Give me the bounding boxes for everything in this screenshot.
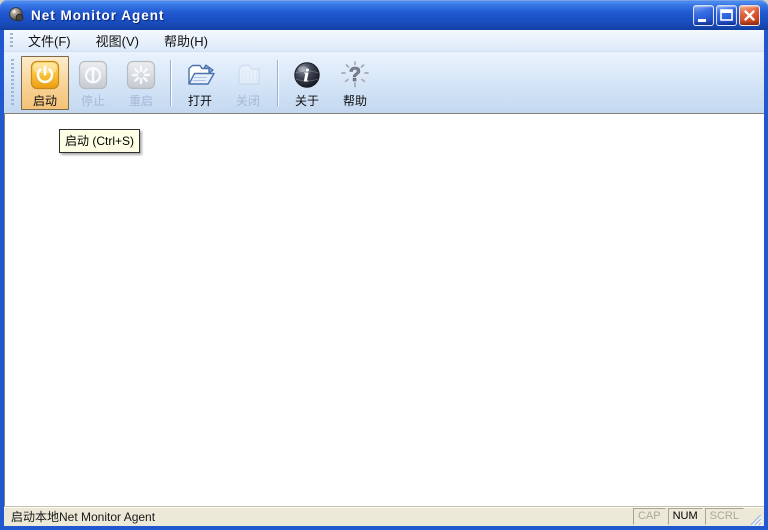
caption-buttons xyxy=(693,4,760,26)
toolbar-button-close-agent: 关闭 xyxy=(224,56,272,110)
resize-grip[interactable] xyxy=(747,511,763,527)
toolbar-button-label: 重启 xyxy=(128,93,153,108)
toolbar-button-label: 关于 xyxy=(294,93,319,108)
menu-item-file[interactable]: 文件(F) xyxy=(19,28,80,53)
toolbar-button-help[interactable]: ? 帮助 xyxy=(331,56,379,110)
tooltip: 启动 (Ctrl+S) xyxy=(59,129,141,153)
svg-text:?: ? xyxy=(349,64,361,86)
toolbar: 启动 停止 重启 打开 关闭 i 关于 ? 帮助 xyxy=(4,52,764,113)
toolbar-grip[interactable] xyxy=(11,59,14,106)
close-button[interactable] xyxy=(739,4,760,26)
menu-item-view[interactable]: 视图(V) xyxy=(87,28,148,53)
menubar: 文件(F) 视图(V) 帮助(H) xyxy=(4,30,764,52)
toolbar-separator xyxy=(277,59,278,106)
menu-item-help[interactable]: 帮助(H) xyxy=(155,28,217,53)
window-title: Net Monitor Agent xyxy=(31,7,165,23)
help-question-icon: ? xyxy=(339,60,371,91)
power-stop-icon xyxy=(77,60,109,91)
toolbar-button-label: 帮助 xyxy=(342,93,367,108)
about-globe-icon: i xyxy=(291,60,323,91)
toolbar-button-open[interactable]: 打开 xyxy=(176,56,224,110)
app-icon xyxy=(8,6,26,24)
titlebar[interactable]: Net Monitor Agent xyxy=(0,0,768,30)
restart-icon xyxy=(125,60,157,91)
power-start-icon xyxy=(29,60,61,91)
maximize-button[interactable] xyxy=(716,4,737,26)
app-window: Net Monitor Agent 文件(F) 视图(V) 帮助(H) 启动 停… xyxy=(0,0,768,530)
toolbar-button-start[interactable]: 启动 xyxy=(21,55,69,110)
caps-lock-indicator: CAP xyxy=(632,508,666,525)
client-area xyxy=(4,113,764,506)
statusbar: 启动本地Net Monitor Agent CAP NUM SCRL xyxy=(4,506,764,527)
folder-closed-icon xyxy=(232,60,264,91)
toolbar-button-label: 打开 xyxy=(187,93,212,108)
toolbar-button-restart: 重启 xyxy=(117,56,165,110)
svg-text:i: i xyxy=(303,67,309,87)
menubar-grip[interactable] xyxy=(10,33,13,48)
num-lock-indicator: NUM xyxy=(667,508,703,525)
toolbar-separator xyxy=(170,59,171,106)
toolbar-button-label: 停止 xyxy=(80,93,105,108)
toolbar-button-stop: 停止 xyxy=(69,56,117,110)
folder-open-icon xyxy=(184,60,216,91)
scroll-lock-indicator: SCRL xyxy=(704,508,744,525)
toolbar-button-label: 启动 xyxy=(32,93,57,108)
status-message: 启动本地Net Monitor Agent xyxy=(11,510,156,524)
toolbar-button-about[interactable]: i 关于 xyxy=(283,56,331,110)
minimize-button[interactable] xyxy=(693,4,714,26)
toolbar-button-label: 关闭 xyxy=(235,93,260,108)
